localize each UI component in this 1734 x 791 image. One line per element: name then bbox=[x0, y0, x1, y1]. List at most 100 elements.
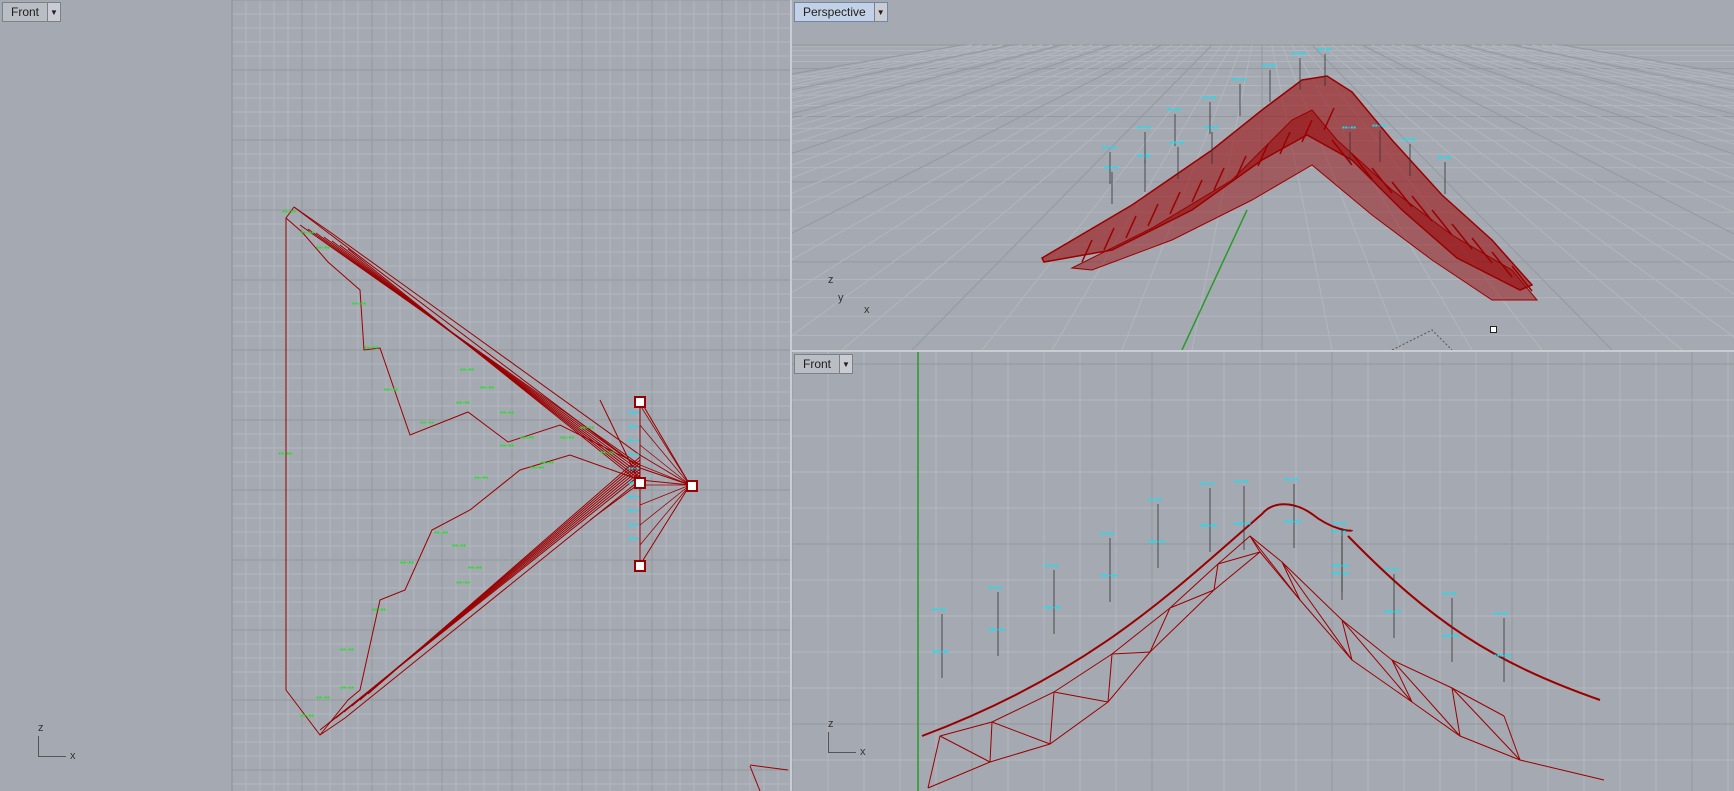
grid-line bbox=[1461, 44, 1734, 115]
point-label: ▪▪-▪ bbox=[628, 422, 639, 431]
viewport-title-tab-left[interactable]: Front ▼ bbox=[2, 2, 62, 22]
front-viewport-left[interactable]: Front ▼ ▪▪-▪▪ ▪▪-▪▪ ▪▪-▪▪ ▪▪-▪▪ ▪▪-▪▪ ▪▪-▪▪ ▪▪… bbox=[0, 0, 790, 791]
point-label: ▪▪-▪ bbox=[628, 506, 639, 515]
grid-line bbox=[1481, 44, 1734, 104]
grip-point-icon bbox=[634, 477, 646, 489]
point-label: ▪▪-▪▪ bbox=[600, 448, 614, 457]
point-label: ▪▪-▪▪ bbox=[520, 433, 534, 442]
point-label: ▪▪▪-▪▪ bbox=[1494, 651, 1511, 660]
point-label: ▪▪▪-▪▪ bbox=[1384, 607, 1401, 616]
axis-label-x: x bbox=[864, 304, 870, 316]
point-label: ▪▪-▪▪ bbox=[1342, 123, 1356, 132]
point-label: ▪▪▪-▪▪ bbox=[1284, 517, 1301, 526]
point-label: ▪▪-▪▪ bbox=[452, 541, 466, 550]
axis-label-x: x bbox=[70, 750, 76, 762]
point-label: ▪▪▪-▪▪ bbox=[1200, 521, 1217, 530]
viewport-title-tab-right[interactable]: Front ▼ bbox=[794, 354, 854, 374]
axis-label-x: x bbox=[860, 746, 866, 758]
point-label: ▪▪-▪▪ bbox=[500, 441, 514, 450]
grip-point-icon bbox=[634, 396, 646, 408]
dropdown-arrow-icon[interactable]: ▼ bbox=[839, 355, 853, 373]
point-label: ▪▪-▪▪ bbox=[456, 578, 470, 587]
point-label: ▪▪-▪▪ bbox=[580, 423, 594, 432]
point-label: ▪▪▪-▪▪ bbox=[932, 647, 949, 656]
model-edge bbox=[749, 764, 789, 771]
truss-vertical bbox=[1107, 653, 1113, 703]
axis-label-y: y bbox=[838, 292, 844, 304]
axis-widget-icon: z x bbox=[828, 718, 888, 758]
dropdown-arrow-icon[interactable]: ▼ bbox=[873, 3, 887, 21]
perspective-canvas[interactable]: ▪▪-▪▪ ▪▪-▪▪ ▪▪-▪▪ ▪▪-▪▪ ▪▪-▪▪ ▪▪-▪▪ ▪▪-▪▪ ▪▪-▪▪… bbox=[792, 0, 1734, 350]
model-member bbox=[639, 484, 691, 546]
truss-diagonal bbox=[939, 735, 991, 763]
model-member bbox=[639, 484, 691, 526]
point-label: ▪▪-▪▪ bbox=[282, 207, 296, 216]
grip-point-icon bbox=[634, 560, 646, 572]
point-label: ▪▪-▪▪ bbox=[932, 605, 946, 614]
point-label: ▪▪-▪▪ bbox=[1384, 565, 1398, 574]
truss-diagonal bbox=[1169, 589, 1215, 609]
point-label: ▪▪-▪▪ bbox=[316, 243, 330, 252]
point-label: ▪▪-▪ bbox=[628, 436, 639, 445]
point-label: ▪▪▪-▪▪ bbox=[1442, 631, 1459, 640]
point-label: ▪▪-▪▪ bbox=[300, 711, 314, 720]
point-label: ▪▪-▪▪ bbox=[1402, 135, 1416, 144]
axis-widget-icon: z x bbox=[38, 720, 98, 762]
point-label: ▪▪-▪ bbox=[628, 492, 639, 501]
grid-line bbox=[1411, 44, 1734, 155]
point-label: ▪▪-▪▪ bbox=[1372, 121, 1386, 130]
point-label: ▪▪-▪▪ bbox=[540, 458, 554, 467]
front-left-canvas[interactable]: ▪▪-▪▪▪▪-▪▪▪▪-▪▪▪▪-▪▪▪▪-▪▪▪▪-▪▪▪▪-▪▪▪▪-▪▪… bbox=[0, 0, 790, 791]
point-label: ▪▪-▪▪ bbox=[1137, 151, 1151, 160]
point-label: ▪▪-▪▪ bbox=[1332, 519, 1346, 528]
point-label: ▪▪▪-▪▪ bbox=[1100, 571, 1117, 580]
dropdown-arrow-icon[interactable]: ▼ bbox=[47, 3, 61, 21]
axis-widget-icon: z y x bbox=[828, 274, 888, 320]
point-label: ▪▪-▪▪ bbox=[1262, 61, 1276, 70]
point-label: ▪▪-▪▪ bbox=[316, 693, 330, 702]
front-viewport-right[interactable]: Front ▼ ▪▪-▪▪ ▪▪▪-▪▪ ▪▪-▪▪ ▪▪▪-▪▪ ▪▪-▪▪ ▪▪▪-▪… bbox=[792, 352, 1734, 791]
viewport-title-tab-perspective[interactable]: Perspective ▼ bbox=[794, 2, 888, 22]
point-label: ▪▪-▪▪ bbox=[300, 228, 314, 237]
axis-label-z: z bbox=[38, 722, 44, 734]
point-label: ▪▪-▪▪ bbox=[1442, 589, 1456, 598]
grip-point-icon bbox=[686, 480, 698, 492]
point-label: ▪▪-▪▪ bbox=[1102, 143, 1116, 152]
point-label: ▪▪-▪ bbox=[628, 450, 639, 459]
viewport-title[interactable]: Front bbox=[795, 355, 839, 373]
truss-diagonal bbox=[991, 721, 1051, 745]
viewport-title[interactable]: Front bbox=[3, 3, 47, 21]
point-label: ▪▪-▪▪ bbox=[434, 528, 448, 537]
point-label: ▪▪▪-▪▪ bbox=[1148, 537, 1165, 546]
model-member bbox=[639, 484, 691, 506]
point-label: ▪▪-▪▪ bbox=[1284, 475, 1298, 484]
point-label: ▪▪-▪ bbox=[628, 534, 639, 543]
front-right-canvas[interactable]: ▪▪-▪▪▪▪▪-▪▪▪▪-▪▪▪▪▪-▪▪▪▪-▪▪▪▪▪-▪▪▪▪-▪▪▪▪… bbox=[792, 352, 1734, 791]
truss-vertical bbox=[1149, 607, 1171, 653]
point-label: ▪▪-▪▪ bbox=[560, 433, 574, 442]
upper-chord bbox=[939, 535, 1505, 737]
point-label: ▪▪-▪▪ bbox=[1200, 479, 1214, 488]
model-member bbox=[639, 484, 691, 566]
point-label: ▪▪-▪▪ bbox=[1148, 495, 1162, 504]
perspective-viewport[interactable]: Perspective ▼ ▪▪-▪▪ ▪▪-▪▪ ▪▪-▪▪ ▪▪-▪▪ ▪▪-▪▪ ▪… bbox=[792, 0, 1734, 350]
truss-diagonal bbox=[1249, 535, 1301, 601]
viewport-title[interactable]: Perspective bbox=[795, 3, 874, 21]
point-label: ▪▪-▪▪ bbox=[340, 683, 354, 692]
point-label: ▪▪-▪▪ bbox=[1332, 527, 1346, 536]
point-label: ▪▪-▪▪ bbox=[1170, 138, 1184, 147]
point-label: ▪▪-▪▪ bbox=[1104, 163, 1118, 172]
point-label: ▪▪-▪ bbox=[628, 408, 639, 417]
point-label: ▪▪-▪▪ bbox=[1204, 123, 1218, 132]
grid-line bbox=[1561, 44, 1734, 75]
grid-line bbox=[1531, 44, 1734, 84]
point-label: ▪▪-▪▪ bbox=[372, 605, 386, 614]
truss-vertical bbox=[1213, 563, 1219, 591]
grid-line bbox=[1441, 44, 1734, 128]
point-label: ▪▪-▪▪ bbox=[340, 645, 354, 654]
point-label: ▪▪-▪▪ bbox=[500, 408, 514, 417]
grid-line bbox=[1451, 44, 1734, 121]
point-label: ▪▪-▪▪ bbox=[352, 299, 366, 308]
point-label: ▪▪-▪▪ bbox=[1317, 45, 1331, 54]
point-label: ▪▪-▪▪ bbox=[1292, 49, 1306, 58]
